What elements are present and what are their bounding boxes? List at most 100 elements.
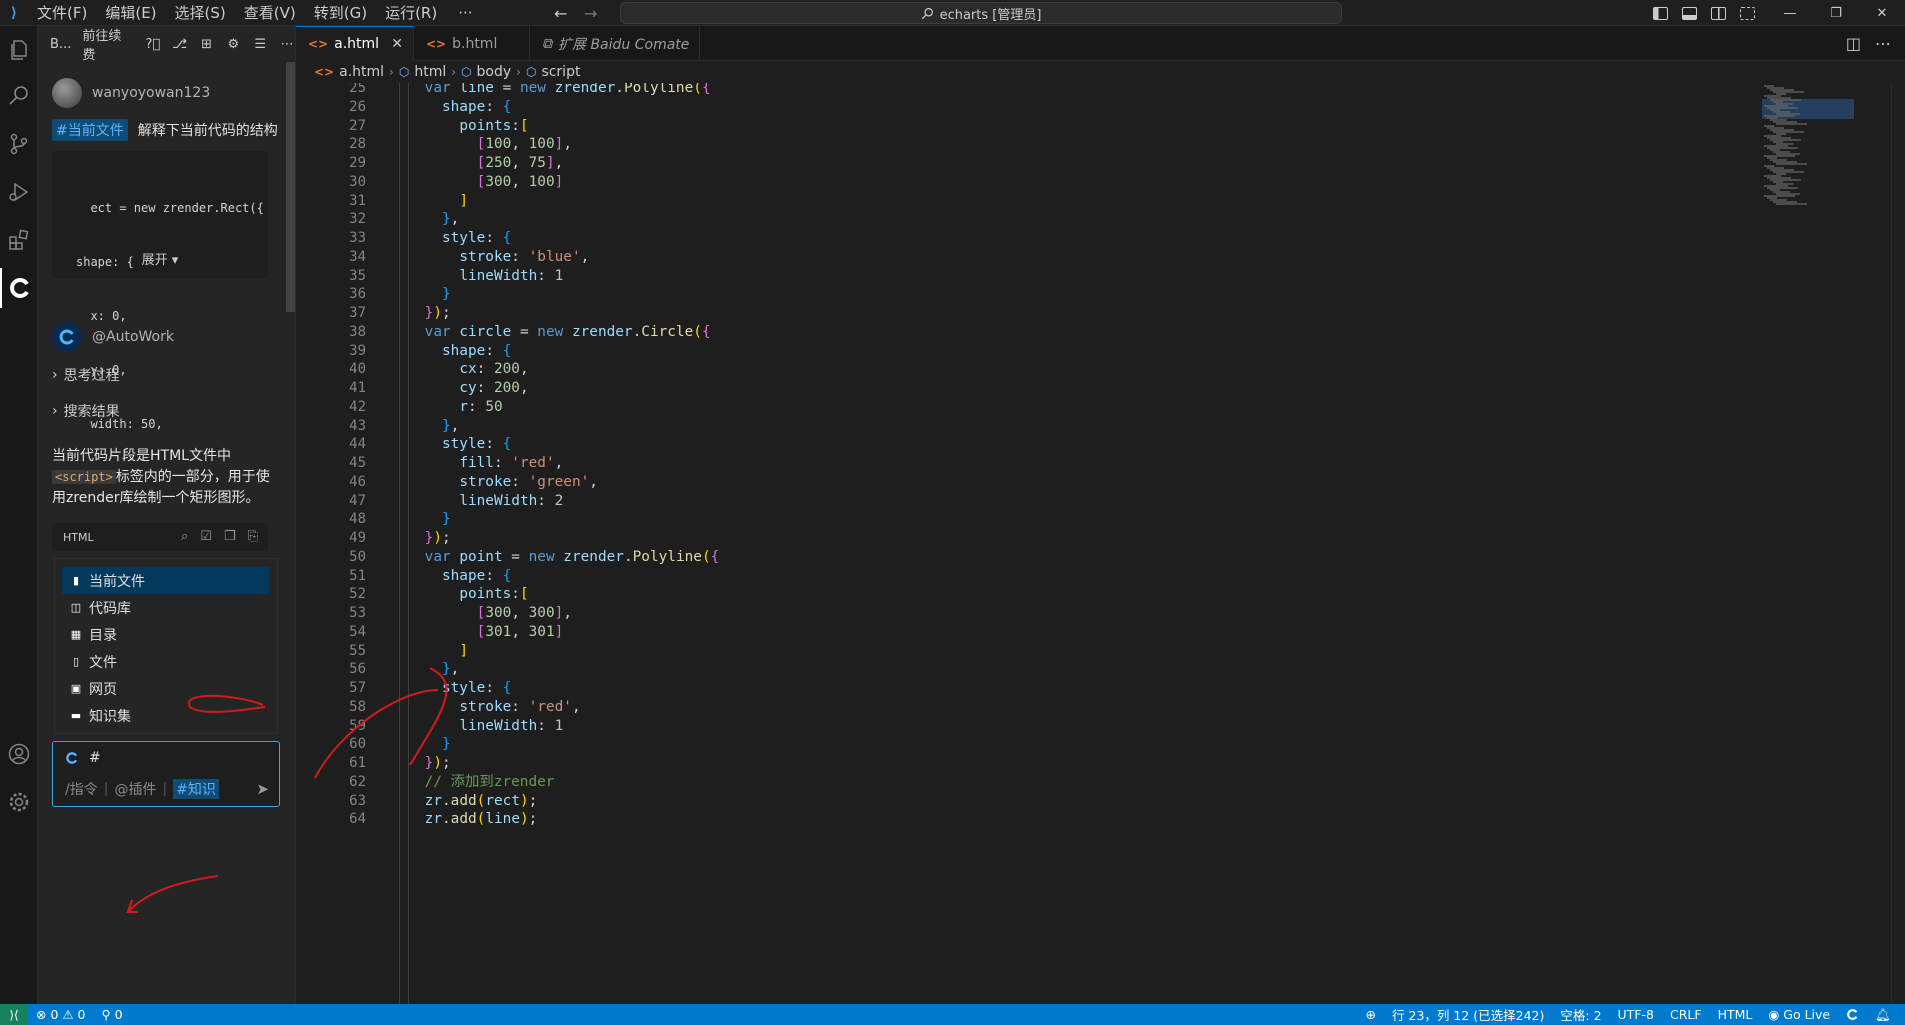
language-mode[interactable]: HTML xyxy=(1710,1007,1761,1022)
code-line[interactable]: }, xyxy=(390,660,459,679)
menu-go[interactable]: 转到(G) xyxy=(305,2,376,23)
command-center-search[interactable]: echarts [管理员] xyxy=(620,2,1342,24)
menu-more-button[interactable]: ··· xyxy=(446,4,484,22)
code-line[interactable]: stroke: 'red', xyxy=(390,698,580,717)
code-line[interactable]: } xyxy=(390,285,451,304)
code-line[interactable]: var circle = new zrender.Circle({ xyxy=(390,323,711,342)
help-icon[interactable]: ?⃝ xyxy=(145,36,161,52)
code-editor[interactable]: 25 26 27 28 29 30 31 32 33 34 35 36 37 38 39 40 41 42 43 44… xyxy=(296,83,1905,1004)
code-line[interactable]: style: { xyxy=(390,229,511,248)
more-icon[interactable]: ⋯ xyxy=(279,36,295,52)
ports-indicator[interactable]: ⚲ 0 xyxy=(94,1007,131,1022)
code-line[interactable]: ] xyxy=(390,642,468,661)
editor-more-icon[interactable]: ⋯ xyxy=(1875,34,1891,53)
minimize-button[interactable]: — xyxy=(1767,6,1813,21)
minimap[interactable] xyxy=(1756,83,1866,1004)
expand-button[interactable]: 展开 ▾ xyxy=(52,252,268,270)
thinking-process-toggle[interactable]: › 思考过程 xyxy=(52,365,120,385)
new-file-icon[interactable]: ⎘ xyxy=(248,529,258,544)
sidebar-scrollbar[interactable] xyxy=(286,62,295,312)
comate-status-icon[interactable] xyxy=(1838,1008,1867,1021)
code-line[interactable]: lineWidth: 1 xyxy=(390,267,563,286)
code-line[interactable]: stroke: 'green', xyxy=(390,473,598,492)
code-line[interactable]: ] xyxy=(390,192,468,211)
account-icon[interactable] xyxy=(0,734,38,774)
code-line[interactable]: zr.add(line); xyxy=(390,810,538,829)
problems-indicator[interactable]: ⊗ 0 ⚠ 0 xyxy=(28,1007,94,1022)
breadcrumb-item[interactable]: script xyxy=(541,64,580,80)
code-line[interactable]: cx: 200, xyxy=(390,360,528,379)
current-file-tag[interactable]: #当前文件 xyxy=(52,119,128,141)
restore-button[interactable]: ❐ xyxy=(1813,6,1859,21)
list-icon[interactable]: ☰ xyxy=(252,36,268,52)
code-line[interactable]: [250, 75], xyxy=(390,154,564,173)
menu-view[interactable]: 查看(V) xyxy=(235,2,305,23)
chat-input-box[interactable]: # /指令 | @插件 | #知识 ➤ xyxy=(52,741,280,807)
popup-item-repo[interactable]: ◫ 代码库 xyxy=(62,594,269,621)
code-line[interactable]: fill: 'red', xyxy=(390,454,563,473)
tab-b-html[interactable]: <> b.html xyxy=(414,26,530,61)
code-line[interactable]: [100, 100], xyxy=(390,135,572,154)
search-view-icon[interactable] xyxy=(0,76,38,116)
tab-extension-comate[interactable]: ⧉ 扩展 Baidu Comate xyxy=(530,26,700,61)
code-line[interactable]: }); xyxy=(390,529,451,548)
notifications-bell-icon[interactable]: 🔔︎ xyxy=(1867,1007,1899,1023)
popup-item-knowledge[interactable]: ▬ 知识集 xyxy=(62,702,269,729)
search-results-toggle[interactable]: › 搜索结果 xyxy=(52,401,120,421)
code-line[interactable]: } xyxy=(390,510,451,529)
code-line[interactable]: r: 50 xyxy=(390,398,502,417)
menu-edit[interactable]: 编辑(E) xyxy=(96,2,165,23)
code-line[interactable]: zr.add(rect); xyxy=(390,792,538,811)
remote-icon[interactable]: ⟩⟨ xyxy=(0,1004,28,1025)
code-line[interactable]: shape: { xyxy=(390,98,511,117)
tab-a-html[interactable]: <> a.html ✕ xyxy=(296,26,414,61)
code-line[interactable]: cy: 200, xyxy=(390,379,528,398)
code-line[interactable]: style: { xyxy=(390,679,511,698)
code-line[interactable]: var line = new zrender.Polyline({ xyxy=(390,83,711,98)
code-line[interactable]: lineWidth: 2 xyxy=(390,492,563,511)
code-line[interactable]: var point = new zrender.Polyline({ xyxy=(390,548,720,567)
accept-icon[interactable]: ☑ xyxy=(200,529,212,544)
overview-ruler[interactable] xyxy=(1891,83,1905,1004)
command-button[interactable]: /指令 xyxy=(65,779,98,799)
close-window-button[interactable]: ✕ xyxy=(1859,6,1905,21)
customize-layout-icon[interactable] xyxy=(1740,6,1755,20)
code-content[interactable]: var line = new zrender.Polyline({ shape:… xyxy=(390,83,1660,1004)
code-line[interactable]: } xyxy=(390,735,451,754)
toggle-panel-icon[interactable] xyxy=(1682,6,1697,20)
code-line[interactable]: [301, 301] xyxy=(390,623,564,642)
close-icon[interactable]: ✕ xyxy=(391,36,403,52)
extensions-icon[interactable] xyxy=(0,220,38,260)
code-line[interactable]: points:[ xyxy=(390,585,528,604)
settings-icon[interactable]: ⚙ xyxy=(225,36,241,52)
send-icon[interactable]: ➤ xyxy=(256,780,269,798)
code-line[interactable]: }, xyxy=(390,210,459,229)
breadcrumb-item[interactable]: a.html xyxy=(339,64,384,80)
breadcrumb-item[interactable]: body xyxy=(477,64,512,80)
manage-gear-icon[interactable] xyxy=(0,782,38,822)
plugin-button[interactable]: @插件 xyxy=(114,779,156,799)
cursor-position[interactable]: 行 23，列 12 (已选择242) xyxy=(1384,1005,1552,1024)
nav-back-icon[interactable]: ← xyxy=(554,0,567,26)
code-line[interactable]: // 添加到zrender xyxy=(390,773,555,792)
popup-item-current-file[interactable]: ▮ 当前文件 xyxy=(62,567,269,594)
apps-icon[interactable]: ⊞ xyxy=(199,36,215,52)
indentation[interactable]: 空格: 2 xyxy=(1552,1005,1609,1024)
view-diff-icon[interactable]: ⌕ xyxy=(181,529,188,544)
popup-item-file[interactable]: ▯ 文件 xyxy=(62,648,269,675)
line-ending[interactable]: CRLF xyxy=(1662,1007,1710,1022)
code-line[interactable]: shape: { xyxy=(390,567,511,586)
popup-item-folder[interactable]: ▦ 目录 xyxy=(62,621,269,648)
code-line[interactable]: }); xyxy=(390,304,451,323)
split-editor-icon[interactable]: ◫ xyxy=(1846,34,1861,53)
toggle-primary-sidebar-icon[interactable] xyxy=(1653,6,1668,20)
code-line[interactable]: stroke: 'blue', xyxy=(390,248,589,267)
renew-button[interactable]: 前往续费 xyxy=(82,26,134,63)
code-line[interactable]: lineWidth: 1 xyxy=(390,717,563,736)
run-debug-icon[interactable] xyxy=(0,172,38,212)
code-line[interactable]: }); xyxy=(390,754,451,773)
code-line[interactable]: points:[ xyxy=(390,117,528,136)
explorer-icon[interactable] xyxy=(0,30,38,70)
menu-file[interactable]: 文件(F) xyxy=(28,2,96,23)
copy-icon[interactable]: ❐ xyxy=(224,529,236,544)
